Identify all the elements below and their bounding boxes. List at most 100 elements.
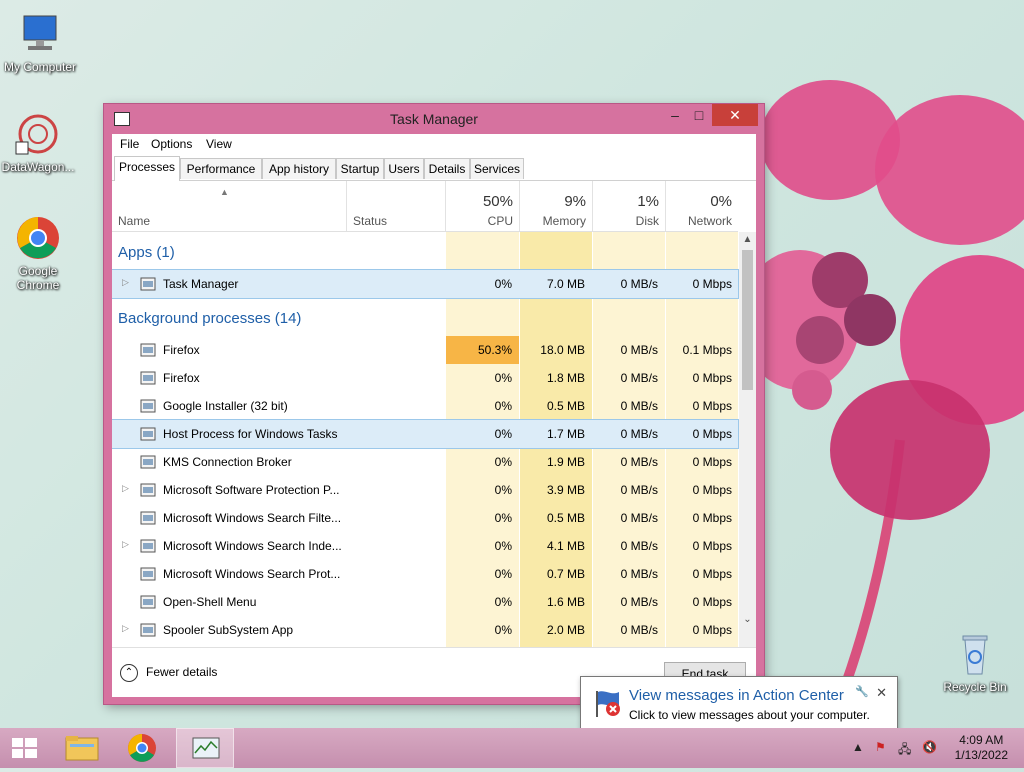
process-icon	[140, 454, 156, 470]
process-row[interactable]: Google Installer (32 bit) 0% 0.5 MB 0 MB/s 0…	[112, 392, 738, 420]
process-disk-value: 0 MB/s	[620, 343, 658, 357]
wrench-icon[interactable]: 🔧	[855, 685, 869, 698]
tab-performance[interactable]: Performance	[180, 158, 262, 179]
tab-startup[interactable]: Startup	[336, 158, 384, 179]
process-memory-value: 18.0 MB	[540, 343, 585, 357]
balloon-text: Click to view messages about your comput…	[629, 708, 870, 722]
maximize-button[interactable]: □	[684, 104, 714, 126]
folder-icon	[65, 736, 99, 761]
process-icon	[140, 370, 156, 386]
process-name: Microsoft Windows Search Filte...	[163, 511, 342, 525]
expand-arrow-icon[interactable]: ▷	[122, 623, 129, 634]
menu-options[interactable]: Options	[151, 137, 192, 151]
process-row[interactable]: ▷ Spooler SubSystem App 0% 2.0 MB 0 MB/s 0 Mb…	[112, 616, 738, 644]
start-button[interactable]	[0, 728, 50, 768]
process-cpu-value: 0%	[494, 455, 512, 469]
process-row[interactable]: KMS Connection Broker 0% 1.9 MB 0 MB/s 0 Mbp…	[112, 448, 738, 476]
process-row[interactable]: Host Process for Windows Tasks 0% 1.7 MB 0 …	[112, 419, 739, 449]
header-status[interactable]: Status	[347, 181, 446, 231]
process-network-value: 0 Mbps	[692, 567, 732, 581]
process-icon	[140, 398, 156, 414]
process-memory-value: 1.6 MB	[546, 595, 585, 609]
process-disk-value: 0 MB/s	[620, 399, 658, 413]
process-memory-value: 0.5 MB	[546, 399, 585, 413]
process-row[interactable]: ▷ Microsoft Software Protection P... 0% 3.9…	[112, 476, 738, 504]
process-disk-value: 0 MB/s	[620, 277, 658, 291]
task-manager-window: Task Manager – □ ✕ File Options View Pro…	[104, 104, 764, 704]
menu-bar: File Options View	[112, 134, 756, 154]
process-icon	[140, 622, 156, 638]
process-network-value: 0 Mbps	[692, 371, 732, 385]
expand-arrow-icon[interactable]: ▷	[122, 277, 129, 288]
process-network-value: 0 Mbps	[692, 455, 732, 469]
datawagon-icon	[14, 110, 62, 158]
process-row[interactable]: Firefox 50.3% 18.0 MB 0 MB/s 0.1 Mbps	[112, 336, 738, 364]
tab-app-history[interactable]: App history	[262, 158, 336, 179]
process-memory-value: 1.7 MB	[546, 427, 585, 441]
process-network-value: 0 Mbps	[692, 595, 732, 609]
scroll-up-icon[interactable]: ▲	[739, 234, 756, 245]
process-cpu-value: 0%	[494, 483, 512, 497]
taskbar-task-manager[interactable]	[176, 728, 234, 768]
expand-arrow-icon[interactable]: ▷	[122, 539, 129, 550]
tab-services[interactable]: Services	[470, 158, 524, 179]
show-hidden-icons-chevron[interactable]: ▲	[852, 740, 864, 754]
header-disk[interactable]: 1% Disk	[593, 181, 666, 231]
process-cpu-value: 0%	[494, 595, 512, 609]
desktop-icon-my-computer[interactable]: My Computer	[2, 10, 78, 74]
taskbar-clock[interactable]: 4:09 AM 1/13/2022	[955, 733, 1008, 763]
header-name[interactable]: ▲ Name	[112, 181, 347, 231]
desktop-icon-datawagon[interactable]: DataWagon...	[0, 110, 76, 174]
process-disk-value: 0 MB/s	[620, 623, 658, 637]
process-row[interactable]: ▷ Task Manager 0% 7.0 MB 0 MB/s 0 Mbps	[112, 269, 739, 299]
balloon-close-icon[interactable]: ✕	[876, 685, 887, 701]
menu-file[interactable]: File	[120, 137, 139, 151]
desktop-icon-chrome[interactable]: Google Chrome	[0, 214, 76, 292]
fewer-details-link[interactable]: ⌃ Fewer details	[120, 664, 217, 682]
process-disk-value: 0 MB/s	[620, 539, 658, 553]
scroll-down-icon[interactable]: ⌄	[739, 614, 756, 625]
process-memory-value: 4.1 MB	[546, 539, 585, 553]
process-row[interactable]: ▷ Microsoft Windows Search Inde... 0% 4.1 M…	[112, 532, 738, 560]
process-row[interactable]: Microsoft Windows Search Filte... 0% 0.5 M…	[112, 504, 738, 532]
process-cpu-value: 0%	[494, 277, 512, 291]
tab-users[interactable]: Users	[384, 158, 424, 179]
title-bar[interactable]: Task Manager – □ ✕	[104, 104, 764, 134]
process-network-value: 0 Mbps	[692, 483, 732, 497]
network-icon[interactable]: 🖧	[898, 740, 911, 761]
menu-view[interactable]: View	[206, 137, 232, 151]
expand-arrow-icon[interactable]: ▷	[122, 483, 129, 494]
desktop-icon-label: Recycle Bin	[943, 680, 1007, 694]
sort-up-icon: ▲	[220, 187, 229, 197]
action-center-flag-icon	[596, 691, 620, 717]
process-row[interactable]: Firefox 0% 1.8 MB 0 MB/s 0 Mbps	[112, 364, 738, 392]
action-center-tray-icon[interactable]: ⚑	[875, 740, 886, 754]
close-button[interactable]: ✕	[712, 104, 758, 126]
process-disk-value: 0 MB/s	[620, 567, 658, 581]
tab-processes[interactable]: Processes	[114, 156, 180, 181]
process-name: Microsoft Software Protection P...	[163, 483, 340, 497]
process-icon	[140, 342, 156, 358]
process-disk-value: 0 MB/s	[620, 483, 658, 497]
recycle-bin-icon	[951, 630, 999, 678]
process-row[interactable]: Microsoft Windows Search Prot... 0% 0.7 MB…	[112, 560, 738, 588]
vertical-scrollbar[interactable]: ▲ ⌄	[739, 232, 756, 661]
process-row[interactable]: Open-Shell Menu 0% 1.6 MB 0 MB/s 0 Mbps	[112, 588, 738, 616]
tab-strip: Processes Performance App history Startu…	[112, 156, 756, 181]
taskbar-file-explorer[interactable]	[54, 728, 110, 768]
process-cpu-value: 0%	[494, 511, 512, 525]
tab-details[interactable]: Details	[424, 158, 470, 179]
process-cpu-value: 0%	[494, 399, 512, 413]
process-network-value: 0 Mbps	[692, 399, 732, 413]
process-disk-value: 0 MB/s	[620, 595, 658, 609]
action-center-balloon[interactable]: View messages in Action Center Click to …	[580, 676, 898, 732]
desktop-icon-label: My Computer	[3, 60, 77, 74]
header-network[interactable]: 0% Network	[666, 181, 738, 231]
header-cpu[interactable]: 50% CPU	[446, 181, 520, 231]
taskbar-chrome[interactable]	[114, 728, 170, 768]
scroll-thumb[interactable]	[742, 250, 753, 390]
clock-time: 4:09 AM	[959, 733, 1004, 747]
header-memory[interactable]: 9% Memory	[520, 181, 593, 231]
volume-muted-icon[interactable]: 🔇	[922, 740, 937, 754]
desktop-icon-recycle-bin[interactable]: Recycle Bin	[937, 630, 1013, 694]
